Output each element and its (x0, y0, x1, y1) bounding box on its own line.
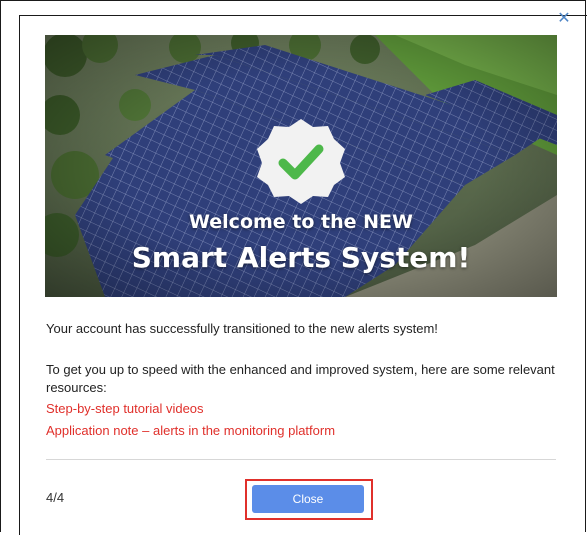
welcome-dialog: ✕ Welcome to the NEW Smart Alerts System… (0, 0, 587, 535)
close-button[interactable]: Close (252, 485, 364, 513)
tutorial-videos-link[interactable]: Step-by-step tutorial videos (46, 400, 556, 418)
close-icon[interactable]: ✕ (557, 10, 571, 26)
footer-divider (46, 459, 556, 460)
resources-text: To get you up to speed with the enhanced… (46, 362, 555, 395)
checkmark-icon (257, 119, 345, 204)
application-note-link[interactable]: Application note – alerts in the monitor… (46, 422, 556, 440)
hero-title-line2: Smart Alerts System! (131, 241, 471, 274)
hero-title-line1: Welcome to the NEW (189, 211, 413, 233)
hero-banner: Welcome to the NEW Smart Alerts System! (45, 35, 557, 297)
page-indicator: 4/4 (46, 490, 65, 505)
dialog-border-left (19, 15, 20, 535)
dialog-border-top (19, 15, 587, 16)
intro-text: Your account has successfully transition… (46, 321, 438, 336)
